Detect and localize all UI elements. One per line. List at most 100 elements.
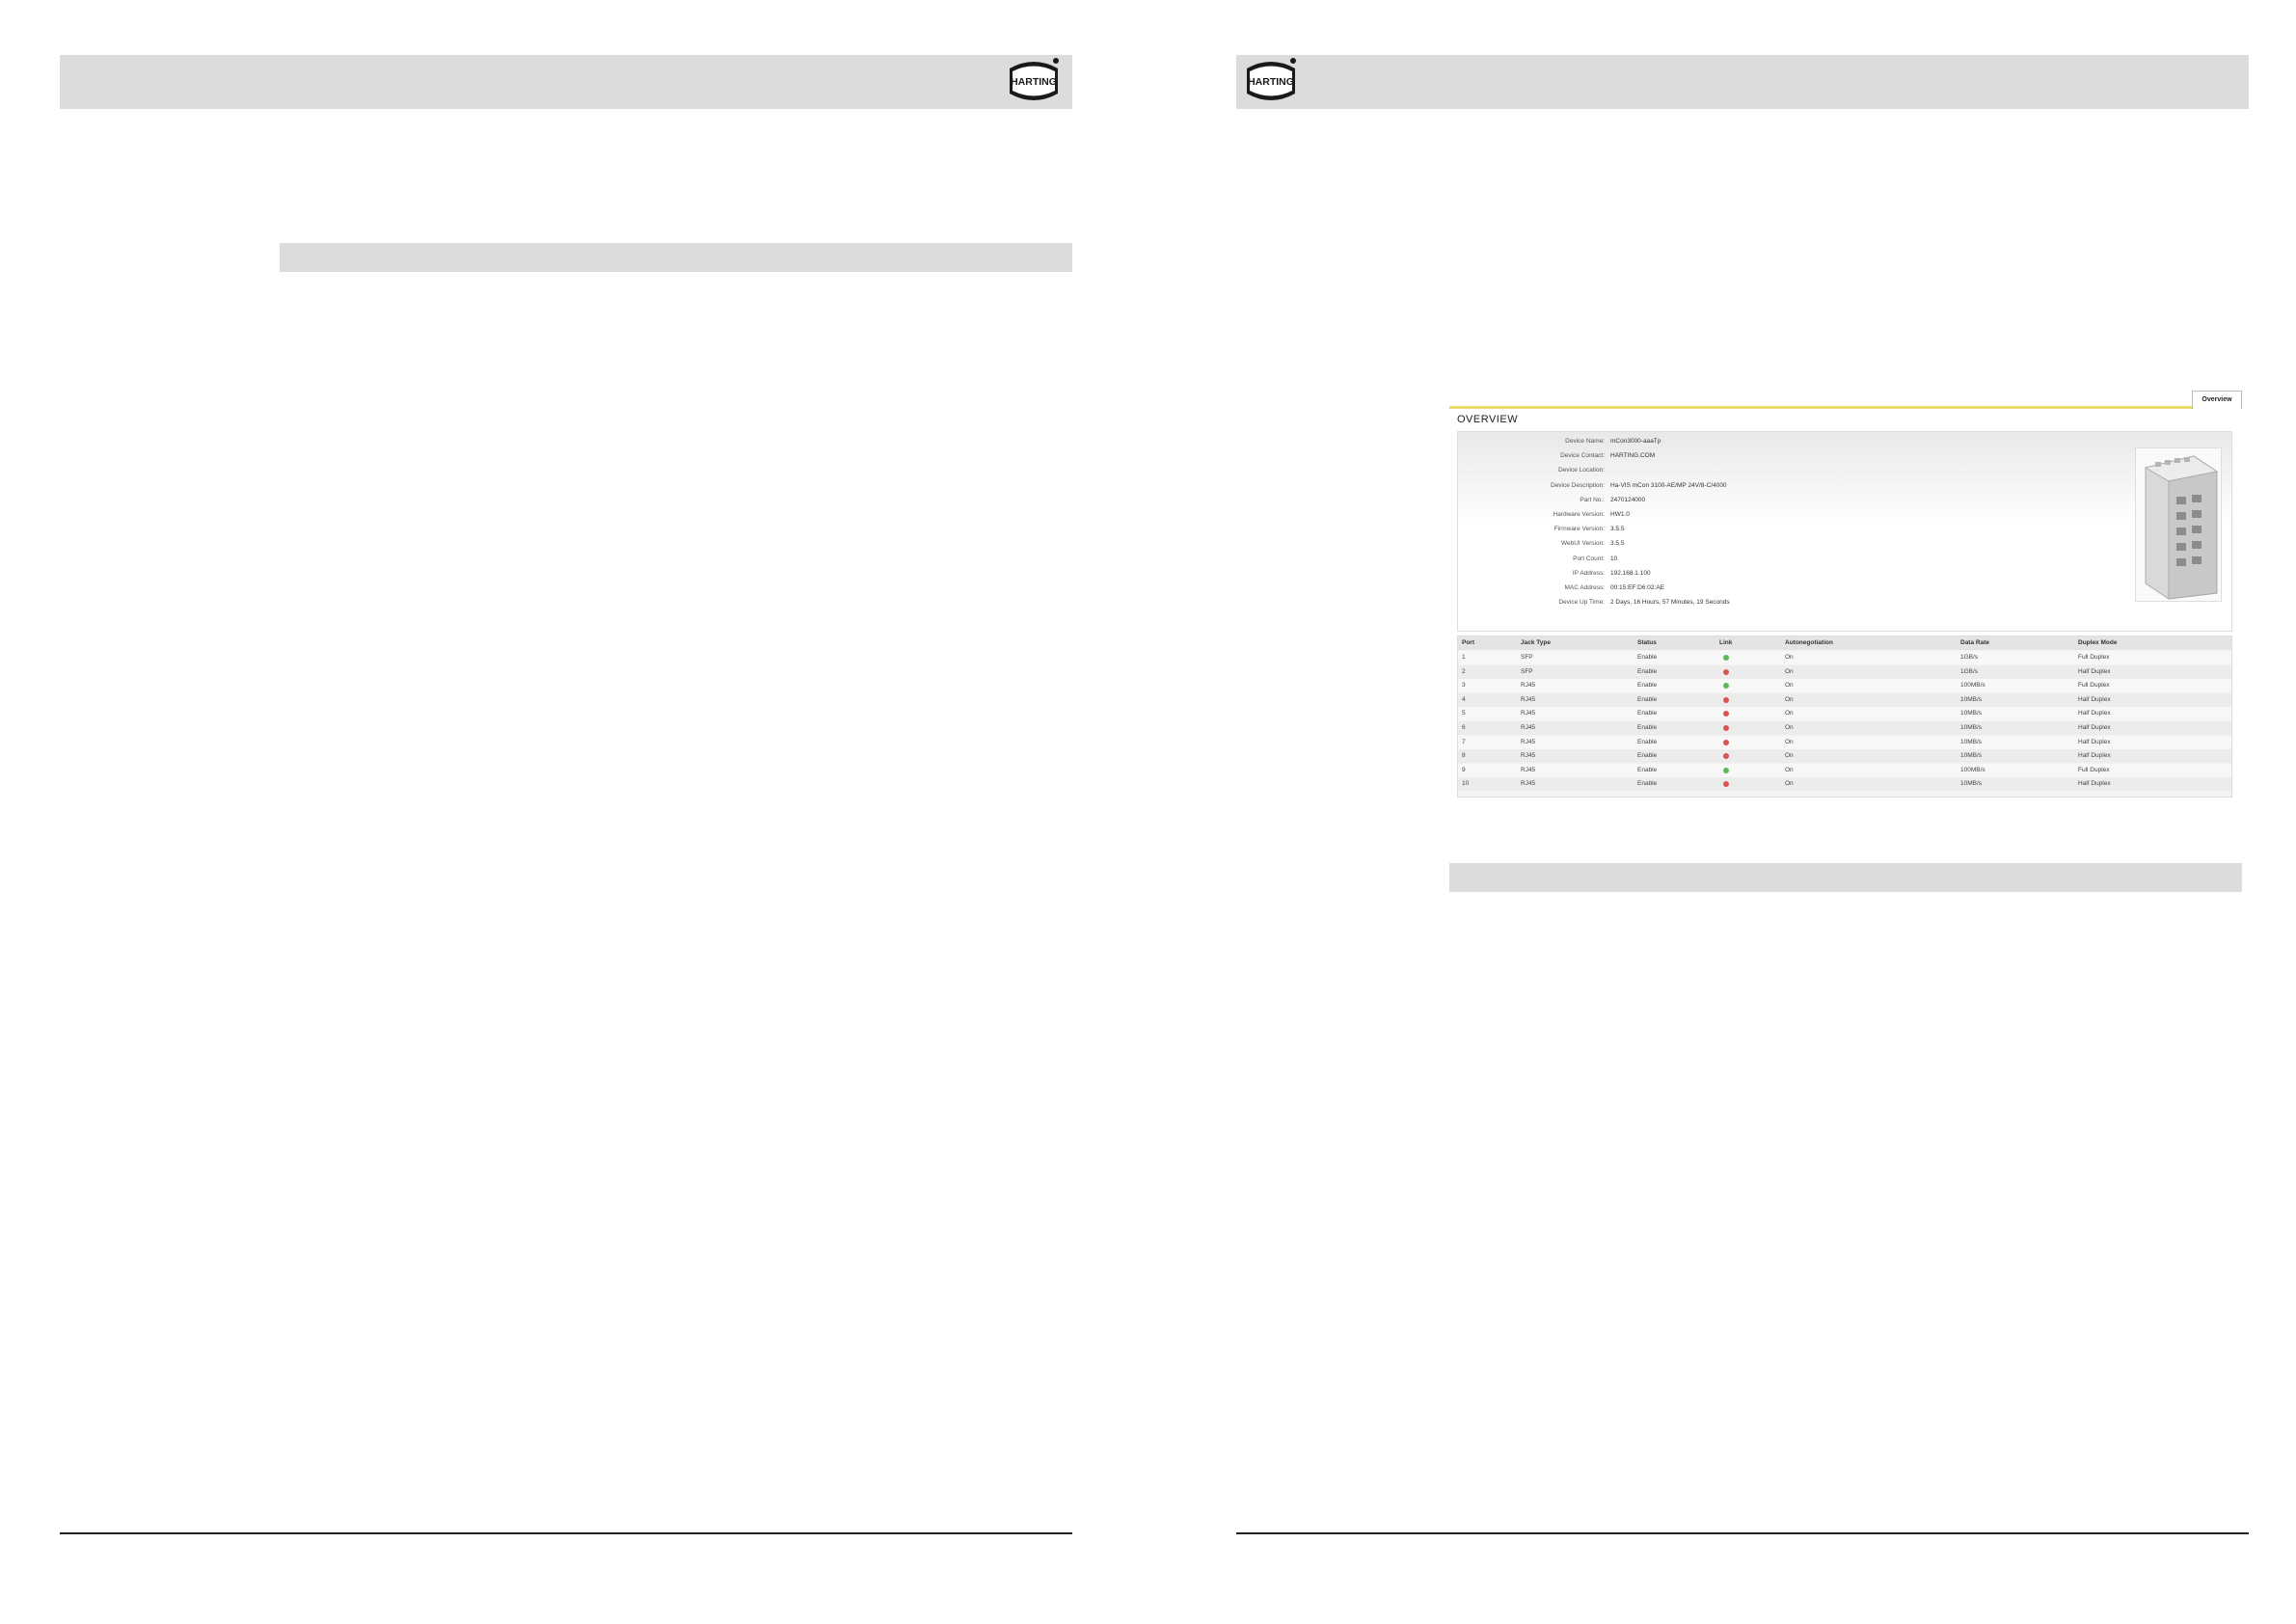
cell-port: 5 <box>1462 710 1466 717</box>
table-row: 4 RJ45 Enable On 10MB/s Half Duplex <box>1458 692 2231 707</box>
cell-rate: 10MB/s <box>1960 695 1983 703</box>
cell-duplex: Half Duplex <box>2078 667 2111 675</box>
cell-autoneg: On <box>1785 780 1794 788</box>
info-label: Port Count: <box>1573 555 1605 562</box>
info-value: Ha-VIS mCon 3100-AE/MP 24V/8-C/4000 <box>1610 481 1727 489</box>
cell-status: Enable <box>1637 710 1658 717</box>
info-row: IP Address: 192.168.1.100 <box>1458 570 2037 584</box>
info-value: HW1.0 <box>1610 511 1630 518</box>
cell-status: Enable <box>1637 780 1658 788</box>
info-label: Device Name: <box>1565 438 1605 445</box>
info-row: Hardware Version: HW1.0 <box>1458 511 2037 526</box>
info-value: 00:15:EF:D6:02:AE <box>1610 584 1665 591</box>
info-row: Device Location: <box>1458 467 2037 481</box>
info-row: Device Description: Ha-VIS mCon 3100-AE/M… <box>1458 482 2037 497</box>
info-row: Part No.: 2470124000 <box>1458 497 2037 511</box>
cell-port: 3 <box>1462 682 1466 690</box>
table-row: 5 RJ45 Enable On 10MB/s Half Duplex <box>1458 707 2231 721</box>
cell-jack: SFP <box>1521 667 1533 675</box>
link-status-icon <box>1723 711 1729 717</box>
col-port: Port <box>1462 639 1474 646</box>
cell-autoneg: On <box>1785 654 1794 661</box>
cell-duplex: Half Duplex <box>2078 710 2111 717</box>
cell-port: 9 <box>1462 766 1466 773</box>
info-value: 2 Days, 16 Hours, 57 Minutes, 19 Seconds <box>1610 599 1730 607</box>
cell-status: Enable <box>1637 667 1658 675</box>
cell-jack: RJ45 <box>1521 724 1536 731</box>
info-label: Device Location: <box>1557 467 1605 474</box>
info-label: MAC Address: <box>1564 584 1605 591</box>
cell-jack: RJ45 <box>1521 766 1536 773</box>
col-status: Status <box>1637 639 1657 646</box>
cell-status: Enable <box>1637 654 1658 661</box>
cell-rate: 10MB/s <box>1960 710 1983 717</box>
info-value: mCon3000-aaaTp <box>1610 438 1661 445</box>
cell-jack: RJ45 <box>1521 752 1536 760</box>
cell-autoneg: On <box>1785 738 1794 745</box>
cell-autoneg: On <box>1785 682 1794 690</box>
info-value: 192.168.1.100 <box>1610 569 1651 577</box>
link-status-icon <box>1723 683 1729 690</box>
link-status-icon <box>1723 696 1729 703</box>
harting-logo-right: HARTING <box>1245 57 1297 105</box>
info-label: Device Contact: <box>1560 452 1605 460</box>
info-value: 3.5.5 <box>1610 526 1625 533</box>
right-footer-rule <box>1236 1532 2249 1534</box>
cell-rate: 1GB/s <box>1960 667 1979 675</box>
col-data-rate: Data Rate <box>1960 639 1989 646</box>
device-image <box>2135 447 2222 602</box>
link-status-icon <box>1723 767 1729 773</box>
cell-port: 4 <box>1462 695 1466 703</box>
cell-duplex: Half Duplex <box>2078 752 2111 760</box>
info-label: Device Up Time: <box>1558 599 1605 607</box>
info-label: IP Address: <box>1572 569 1605 577</box>
link-status-icon <box>1723 655 1729 661</box>
cell-jack: RJ45 <box>1521 682 1536 690</box>
cell-status: Enable <box>1637 695 1658 703</box>
table-row: 3 RJ45 Enable On 100MB/s Full Duplex <box>1458 679 2231 693</box>
cell-rate: 100MB/s <box>1960 766 1985 773</box>
cell-port: 6 <box>1462 724 1466 731</box>
cell-status: Enable <box>1637 682 1658 690</box>
table-row: 9 RJ45 Enable On 100MB/s Full Duplex <box>1458 763 2231 777</box>
cell-duplex: Half Duplex <box>2078 738 2111 745</box>
right-section-bar <box>1449 863 2242 892</box>
cell-duplex: Full Duplex <box>2078 682 2110 690</box>
left-header-bar <box>60 55 1072 109</box>
cell-port: 7 <box>1462 738 1466 745</box>
cell-autoneg: On <box>1785 667 1794 675</box>
info-value: 10 <box>1610 555 1618 562</box>
cell-status: Enable <box>1637 752 1658 760</box>
info-label: WebUI Version: <box>1560 540 1605 548</box>
info-value: HARTING.COM <box>1610 452 1656 460</box>
cell-port: 2 <box>1462 667 1466 675</box>
table-row: 7 RJ45 Enable On 10MB/s Half Duplex <box>1458 735 2231 749</box>
cell-status: Enable <box>1637 738 1658 745</box>
cell-rate: 10MB/s <box>1960 780 1983 788</box>
table-row: 6 RJ45 Enable On 10MB/s Half Duplex <box>1458 721 2231 735</box>
cell-duplex: Half Duplex <box>2078 724 2111 731</box>
info-row: WebUI Version: 3.5.5 <box>1458 540 2037 555</box>
cell-jack: SFP <box>1521 654 1533 661</box>
left-footer-rule <box>60 1532 1072 1534</box>
cell-port: 1 <box>1462 654 1466 661</box>
info-row: Device Up Time: 2 Days, 16 Hours, 57 Minu… <box>1458 599 2037 613</box>
info-label: Part No.: <box>1580 496 1605 503</box>
cell-rate: 100MB/s <box>1960 682 1985 690</box>
cell-autoneg: On <box>1785 766 1794 773</box>
info-label: Device Description: <box>1551 481 1605 489</box>
table-row: 2 SFP Enable On 1GB/s Half Duplex <box>1458 664 2231 679</box>
cell-port: 8 <box>1462 752 1466 760</box>
col-duplex-mode: Duplex Mode <box>2078 639 2118 646</box>
col-autonegotiation: Autonegotiation <box>1785 639 1833 646</box>
col-jack-type: Jack Type <box>1521 639 1551 646</box>
tab-overview[interactable]: Overview <box>2192 391 2242 409</box>
link-status-icon <box>1723 739 1729 745</box>
cell-status: Enable <box>1637 766 1658 773</box>
col-link: Link <box>1719 639 1733 646</box>
left-section-bar <box>280 243 1072 272</box>
link-status-icon <box>1723 668 1729 675</box>
right-header-bar <box>1236 55 2249 109</box>
ports-table: Port Jack Type Status Link Autonegotiati… <box>1457 636 2232 798</box>
cell-duplex: Full Duplex <box>2078 766 2110 773</box>
